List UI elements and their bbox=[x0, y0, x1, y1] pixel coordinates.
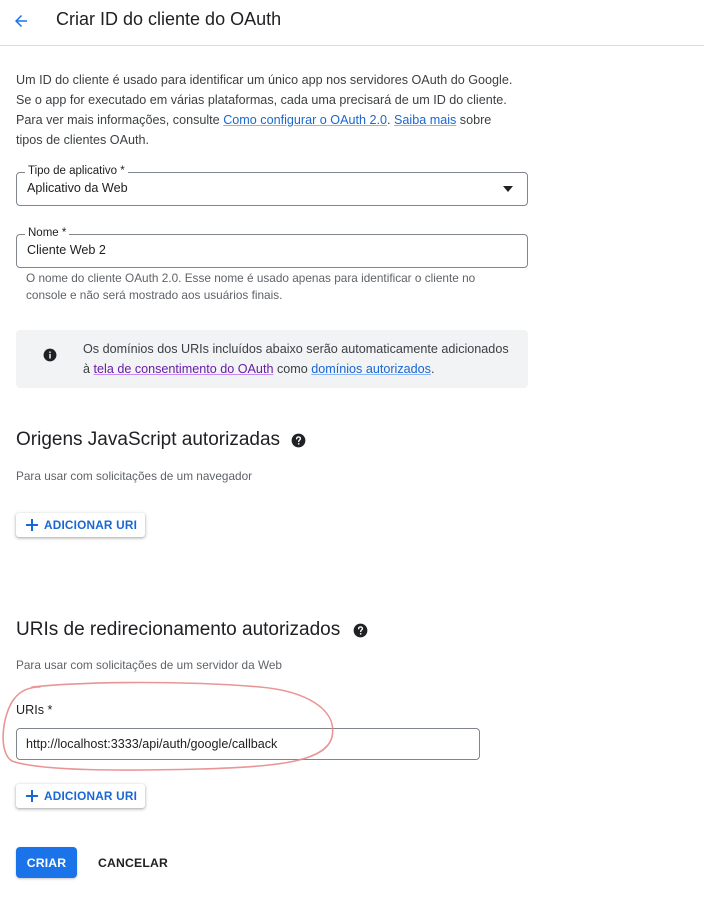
js-origins-title-text: Origens JavaScript autorizadas bbox=[16, 429, 281, 450]
arrow-back-icon bbox=[15, 15, 27, 27]
info-box: Os domínios dos URIs incluídos abaixo se… bbox=[16, 330, 528, 388]
redirect-uris-title: URIs de redirecionamento autorizados bbox=[16, 619, 368, 641]
help-icon[interactable] bbox=[353, 623, 368, 638]
js-origins-subtitle: Para usar com solicitações de um navegad… bbox=[16, 469, 253, 483]
redirect-uris-subtitle: Para usar com solicitações de um servido… bbox=[16, 658, 282, 672]
js-origins-title: Origens JavaScript autorizadas bbox=[16, 429, 306, 451]
plus-icon bbox=[26, 790, 38, 802]
dropdown-caret-icon bbox=[503, 186, 513, 192]
redirect-uris-title-text: URIs de redirecionamento autorizados bbox=[16, 619, 341, 640]
help-icon[interactable] bbox=[291, 433, 306, 448]
name-value: Cliente Web 2 bbox=[27, 243, 106, 257]
name-label: Nome * bbox=[25, 226, 70, 240]
consent-screen-link[interactable]: tela de consentimento do OAuth bbox=[94, 362, 274, 376]
add-js-origin-label: ADICIONAR URI bbox=[44, 518, 138, 532]
cancel-button[interactable]: CANCELAR bbox=[92, 847, 174, 878]
top-bar: Criar ID do cliente do OAuth bbox=[0, 0, 704, 46]
app-type-label: Tipo de aplicativo * bbox=[25, 164, 128, 178]
name-field[interactable]: Nome * Cliente Web 2 bbox=[16, 226, 528, 268]
uris-label: URIs * bbox=[16, 703, 53, 717]
add-js-origin-button[interactable]: ADICIONAR URI bbox=[16, 513, 145, 537]
info-icon bbox=[43, 348, 57, 362]
add-redirect-uri-button[interactable]: ADICIONAR URI bbox=[16, 784, 145, 808]
name-hint: O nome do cliente OAuth 2.0. Esse nome é… bbox=[26, 271, 476, 302]
app-type-value: Aplicativo da Web bbox=[27, 181, 128, 195]
app-type-select[interactable]: Tipo de aplicativo * Aplicativo da Web bbox=[16, 164, 528, 206]
info-text-part: como bbox=[273, 362, 312, 376]
back-button[interactable] bbox=[6, 6, 36, 36]
intro-text-part: . bbox=[387, 113, 394, 127]
plus-icon bbox=[26, 519, 38, 531]
create-button[interactable]: CRIAR bbox=[16, 847, 77, 878]
info-text-part: . bbox=[430, 362, 435, 376]
page-title: Criar ID do cliente do OAuth bbox=[56, 9, 282, 29]
learn-more-link[interactable]: Saiba mais bbox=[394, 113, 456, 127]
oauth-setup-link[interactable]: Como configurar o OAuth 2.0 bbox=[223, 113, 387, 127]
intro-text: Um ID do cliente é usado para identifica… bbox=[16, 70, 516, 150]
info-text: Os domínios dos URIs incluídos abaixo se… bbox=[83, 339, 513, 379]
add-redirect-uri-label: ADICIONAR URI bbox=[44, 789, 138, 803]
authorized-domains-link[interactable]: domínios autorizados bbox=[311, 362, 431, 376]
redirect-uri-input[interactable] bbox=[16, 728, 480, 760]
